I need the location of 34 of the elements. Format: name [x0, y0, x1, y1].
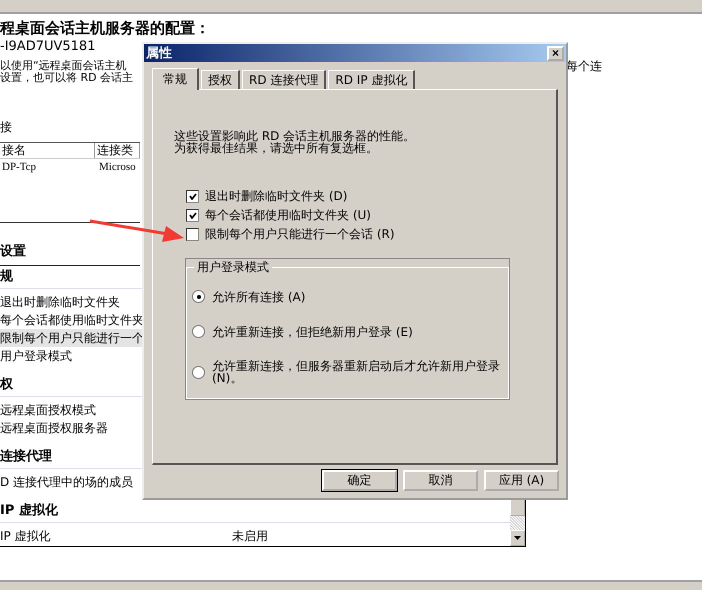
setting-name: 远程桌面授权模式 — [0, 402, 96, 418]
table-cell-text: Microso — [98, 160, 137, 175]
radio-label: 允许重新连接，但拒绝新用户登录 (E) — [212, 326, 414, 338]
setting-row[interactable]: IP 虚拟化 未启用 — [0, 527, 510, 545]
checkbox-label: 每个会话都使用临时文件夹 (U) — [205, 206, 371, 224]
dialog-title: 属性 — [146, 45, 172, 62]
column-header[interactable]: 连接类 — [95, 143, 140, 158]
checkbox-label: 限制每个用户只能进行一个会话 (R) — [205, 226, 395, 242]
setting-name: 用户登录模式 — [0, 348, 72, 364]
section-title: 设置 — [0, 243, 140, 266]
setting-value: 未启用 — [232, 528, 268, 544]
description-text: 以使用“远程桌面会话主机 — [0, 60, 127, 72]
dialog-button[interactable]: 取消 — [403, 470, 478, 491]
setting-name: 远程桌面授权服务器 — [0, 420, 108, 436]
intro-text: 这些设置影响此 RD 会话主机服务器的性能。 — [174, 130, 416, 142]
tab[interactable]: RD 连接代理 — [242, 70, 326, 89]
dialog-button[interactable]: 确定 — [322, 470, 397, 491]
column-header[interactable]: 接名 — [0, 143, 95, 158]
setting-name: 限制每个用户只能进行一个 — [0, 330, 144, 346]
description-text: 设置，也可以将 RD 会话主 — [0, 72, 134, 84]
tab[interactable]: RD IP 虚拟化 — [328, 70, 416, 89]
server-name: -I9AD7UV5181 — [0, 39, 96, 55]
setting-name: 每个会话都使用临时文件夹 — [0, 312, 144, 328]
page-title: 程桌面会话主机服务器的配置： — [0, 19, 210, 37]
checkbox-label: 退出时删除临时文件夹 (D) — [205, 188, 348, 204]
close-button[interactable]: × — [547, 46, 564, 60]
tab[interactable]: 常规 — [152, 68, 199, 90]
dialog-button[interactable]: 应用 (A) — [484, 470, 559, 491]
tab[interactable]: 授权 — [201, 70, 240, 89]
section-label: 接 — [0, 120, 12, 134]
intro-text: 为获得最佳结果，请选中所有复选框。 — [174, 142, 378, 154]
setting-name: IP 虚拟化 — [0, 528, 52, 544]
radio-label: 允许所有连接 (A) — [212, 290, 306, 302]
table-cell-text: DP-Tcp — [1, 160, 38, 175]
